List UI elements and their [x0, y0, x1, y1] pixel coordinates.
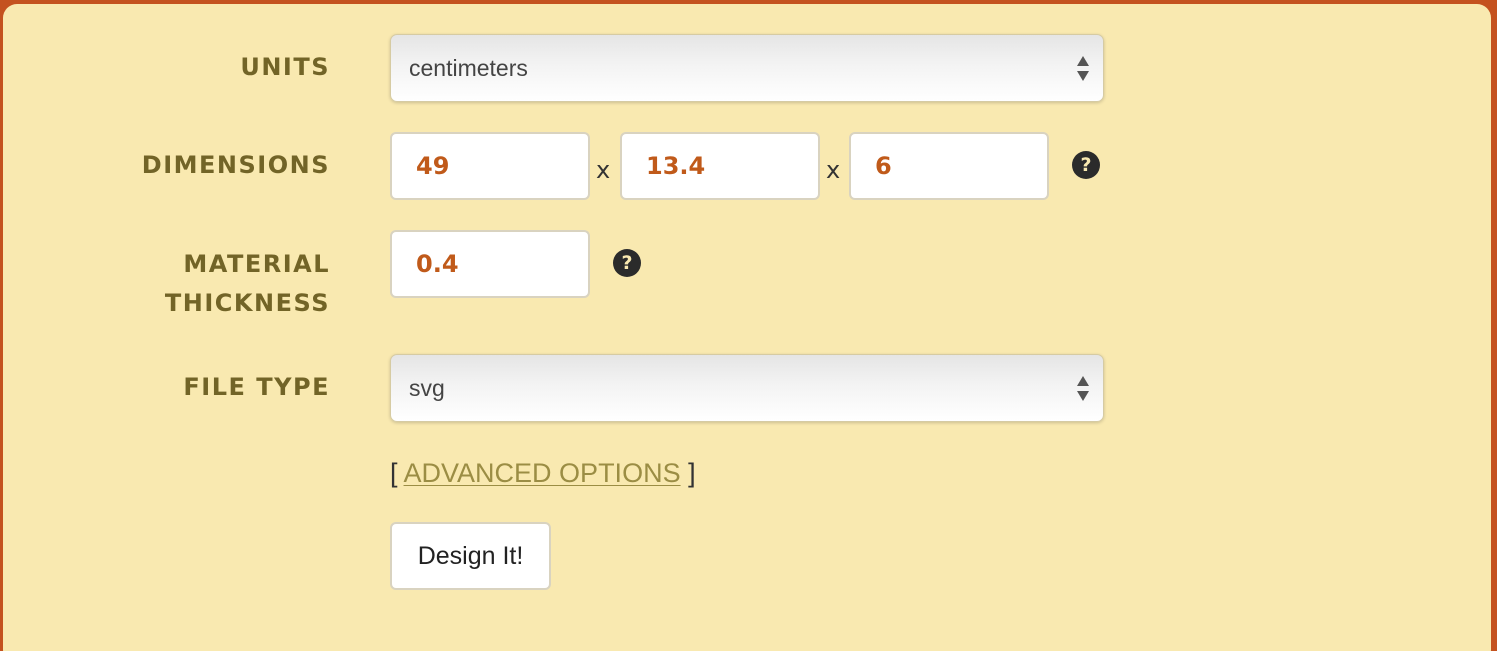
file-type-select[interactable]: svg [390, 354, 1104, 422]
open-bracket: [ [390, 458, 398, 488]
units-label: UNITS [240, 53, 330, 81]
thickness-help-icon[interactable]: ? [613, 249, 641, 277]
dimension-separator: x [596, 156, 611, 184]
dimensions-help-icon[interactable]: ? [1072, 151, 1100, 179]
dimensions-label: DIMENSIONS [141, 151, 330, 179]
dimension-separator: x [826, 156, 841, 184]
select-arrows-icon [1077, 55, 1089, 83]
units-select[interactable]: centimeters [390, 34, 1104, 102]
design-it-button[interactable]: Design It! [390, 522, 551, 590]
dimension-height-input[interactable]: 6 [849, 132, 1049, 200]
material-thickness-label-line1: MATERIAL [183, 250, 330, 278]
close-bracket: ] [688, 458, 696, 488]
dimension-length-input[interactable]: 49 [390, 132, 590, 200]
dimension-width-input[interactable]: 13.4 [620, 132, 820, 200]
file-type-label: FILE TYPE [183, 373, 330, 401]
file-type-selected-value: svg [409, 375, 445, 401]
advanced-options-row: [ ADVANCED OPTIONS ] [390, 456, 696, 490]
material-thickness-label: MATERIAL THICKNESS [165, 245, 330, 323]
units-selected-value: centimeters [409, 55, 528, 81]
material-thickness-label-line2: THICKNESS [164, 289, 330, 317]
select-arrows-icon [1077, 375, 1089, 403]
material-thickness-input[interactable]: 0.4 [390, 230, 590, 298]
advanced-options-link[interactable]: ADVANCED OPTIONS [404, 458, 681, 488]
